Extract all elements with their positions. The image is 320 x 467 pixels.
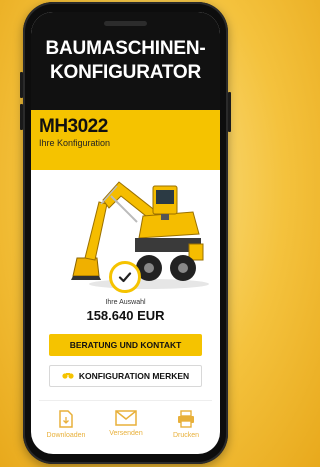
envelope-icon — [115, 410, 137, 426]
phone-frame: BAUMASCHINEN- KONFIGURATOR MH3022 Ihre K… — [20, 2, 231, 464]
print-label: Drucken — [172, 432, 200, 439]
price: 158.640 EUR — [86, 308, 165, 323]
selection-label: Ihre Auswahl — [105, 299, 146, 306]
divider — [39, 400, 212, 401]
document-download-icon — [59, 410, 73, 428]
contact-button[interactable]: BERATUNG UND KONTAKT — [49, 334, 202, 356]
power-button — [228, 92, 231, 132]
check-icon — [109, 261, 141, 293]
download-label: Downloaden — [46, 432, 86, 439]
model-name: MH3022 — [39, 116, 108, 137]
printer-icon — [178, 410, 194, 428]
contact-button-label: BERATUNG UND KONTAKT — [69, 340, 182, 350]
send-action[interactable]: Versenden — [101, 410, 151, 437]
print-action[interactable]: Drucken — [161, 410, 211, 439]
save-configuration-button[interactable]: KONFIGURATION MERKEN — [49, 365, 202, 387]
volume-button — [20, 104, 23, 130]
save-button-label: KONFIGURATION MERKEN — [78, 371, 190, 381]
volume-button — [20, 72, 23, 98]
send-label: Versenden — [109, 430, 143, 437]
config-label: Ihre Konfiguration — [39, 138, 111, 148]
promo-header: BAUMASCHINEN- KONFIGURATOR — [31, 12, 220, 110]
promo-title: BAUMASCHINEN- KONFIGURATOR — [45, 38, 206, 83]
download-action[interactable]: Downloaden — [41, 410, 91, 439]
phone-screen: BAUMASCHINEN- KONFIGURATOR MH3022 Ihre K… — [31, 12, 220, 454]
speaker-slot — [104, 21, 147, 26]
binoculars-icon — [62, 371, 74, 381]
